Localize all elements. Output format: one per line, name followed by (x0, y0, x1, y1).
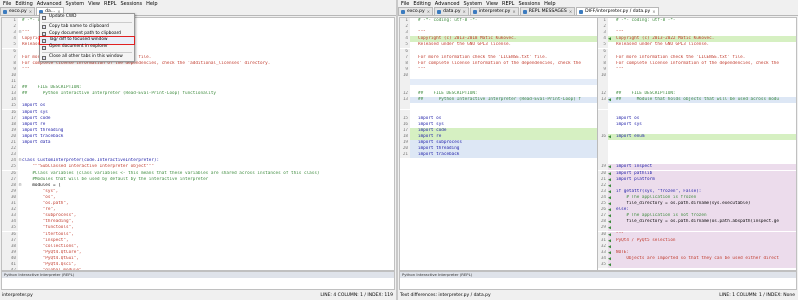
status-cursor-position: LINE: 1 COLUMN: 1 / INDEX: None (719, 293, 795, 298)
close-icon[interactable]: × (512, 9, 515, 14)
menu-item-icon (42, 38, 46, 43)
diff-arrow-icon[interactable]: ◀ (608, 164, 615, 170)
menu-item-icon (42, 55, 46, 60)
diff-arrow-icon[interactable]: ◀ (608, 238, 615, 244)
menu-separator (42, 51, 132, 53)
menu-separator (42, 21, 132, 23)
diff-arrow-icon[interactable]: ◀ (608, 244, 615, 250)
status-cursor-position: LINE: 4 COLUMN: 1 / INDEX: 119 (320, 293, 393, 298)
tab-context-menu: Update CWD Copy tab name to clipboard Copy… (39, 13, 135, 62)
right-tabbar: exco.py × data.py × interpreter.py × REPL MESS… (398, 7, 798, 16)
diff-arrow-icon[interactable]: ◀ (608, 134, 615, 140)
left-statusbar: interpreter.py LINE: 4 COLUMN: 1 / INDEX… (0, 291, 396, 300)
tab-label: REPL MESSAGES (528, 9, 567, 14)
line-number: 35 (598, 262, 608, 269)
status-diff-description: Text differences: interpreter.py / data.… (400, 293, 491, 298)
python-file-icon (579, 9, 584, 14)
ctx-item-label: Update CWD (49, 14, 77, 19)
close-icon[interactable]: × (29, 9, 32, 14)
tab-repl-messages[interactable]: REPL MESSAGES × (519, 7, 576, 15)
menu-item-icon (42, 45, 46, 50)
close-icon[interactable]: × (463, 9, 466, 14)
left-repl-panel: Python Interactive Interpreter (REPL) (1, 271, 395, 290)
menu-view[interactable]: View (86, 0, 102, 8)
menu-help[interactable]: Help (144, 0, 159, 8)
diff-line: 21 import traceback (400, 152, 597, 159)
diff-arrow-icon[interactable]: ◀ (608, 171, 615, 177)
diff-arrow-icon[interactable]: ◀ (608, 225, 615, 231)
diff-arrow-icon[interactable]: ◀ (608, 183, 615, 189)
ctx-item-copy-tab-name-to-clipboard[interactable]: Copy tab name to clipboard (40, 24, 134, 31)
ctx-item-label: Copy tab name to clipboard (49, 23, 109, 29)
ctx-item-label: Copy document path to clipboard (49, 30, 122, 36)
code-text: import traceback (418, 152, 460, 158)
ctx-item-label: Open document in explorer (49, 44, 108, 50)
diff-arrow-icon[interactable]: ◀ (608, 250, 615, 256)
diff-arrow-icon[interactable]: ◀ (608, 256, 615, 262)
tab-exco-py[interactable]: exco.py × (398, 7, 434, 15)
ctx-item-open-document-in-explorer[interactable]: Open document in explorer (40, 44, 134, 51)
diff-arrow-icon[interactable]: ◀ (608, 207, 615, 213)
python-file-icon (437, 9, 442, 14)
right-window: File Editing Advanced System View REPL Session… (398, 0, 798, 300)
python-file-icon (401, 9, 405, 14)
python-file-icon (522, 9, 527, 14)
line-number: 21 (400, 152, 410, 159)
diff-arrow-icon[interactable]: ◀ (608, 97, 615, 103)
ctx-item-label: Close all other tabs in this window (49, 53, 123, 59)
right-repl-panel: Python Interactive Interpreter (REPL) (399, 271, 797, 290)
repl-panel-title: Python Interactive Interpreter (REPL) (400, 272, 796, 278)
tab-label: interpreter.py (478, 9, 511, 14)
diff-right-pane[interactable]: 1 # -*- coding: utf-8 -*- 2 3 """ 4 ◀ Copyright… (598, 18, 796, 270)
tab-label: DIFF/interpreter.py / data.py (585, 9, 651, 14)
menu-system[interactable]: System (64, 0, 87, 8)
right-statusbar: Text differences: interpreter.py / data.… (398, 291, 798, 300)
diff-line: 35 ◀ (598, 262, 796, 269)
diff-arrow-icon[interactable]: ◀ (608, 195, 615, 201)
menu-repl[interactable]: REPL (102, 0, 118, 8)
menu-item-icon (42, 25, 46, 30)
diff-arrow-icon[interactable]: ◀ (608, 177, 615, 183)
status-filename: interpreter.py (2, 293, 33, 298)
menu-item-icon (42, 32, 46, 37)
diff-arrow-icon[interactable]: ◀ (608, 262, 615, 268)
ctx-item-label: Tag/ diff to focused window (49, 37, 108, 43)
close-icon[interactable]: × (427, 9, 430, 14)
close-icon[interactable]: × (569, 9, 572, 14)
diff-editor[interactable]: 1 # -*- coding: utf-8 -*- 2 3 """ 4 Copyright … (399, 17, 797, 271)
menu-sessions[interactable]: Sessions (118, 0, 144, 8)
diff-arrow-icon[interactable]: ◀ (608, 201, 615, 207)
diff-arrow-icon[interactable]: ◀ (608, 232, 615, 238)
python-file-icon (472, 9, 477, 14)
repl-panel-title: Python Interactive Interpreter (REPL) (2, 272, 394, 278)
diff-arrow-icon[interactable]: ◀ (608, 213, 615, 219)
close-icon[interactable]: × (652, 9, 655, 14)
tab-data-py[interactable]: data.py × (434, 7, 469, 15)
diff-arrow-icon[interactable]: ◀ (608, 36, 615, 42)
python-file-icon (3, 9, 7, 14)
tab-label: exco.py (407, 9, 425, 14)
tab-label: data.py (443, 9, 461, 14)
diff-arrow-icon[interactable]: ◀ (608, 219, 615, 225)
diff-left-pane[interactable]: 1 # -*- coding: utf-8 -*- 2 3 """ 4 Copyright … (400, 18, 598, 270)
ctx-item-close-all-other-tabs-in-this-window[interactable]: Close all other tabs in this window (40, 54, 134, 61)
tab-exco-py[interactable]: exco.py × (0, 7, 36, 15)
tab-interpreter-py[interactable]: interpreter.py × (469, 7, 519, 15)
ctx-item-update-cwd[interactable]: Update CWD (40, 14, 134, 21)
tab-diff-interpreter-py-data-py[interactable]: DIFF/interpreter.py / data.py × (576, 7, 659, 15)
diff-arrow-icon[interactable]: ◀ (608, 189, 615, 195)
menu-item-icon (42, 15, 46, 20)
left-window: File Editing Advanced System View REPL Session… (0, 0, 396, 300)
tab-label: exco.py (9, 9, 27, 14)
